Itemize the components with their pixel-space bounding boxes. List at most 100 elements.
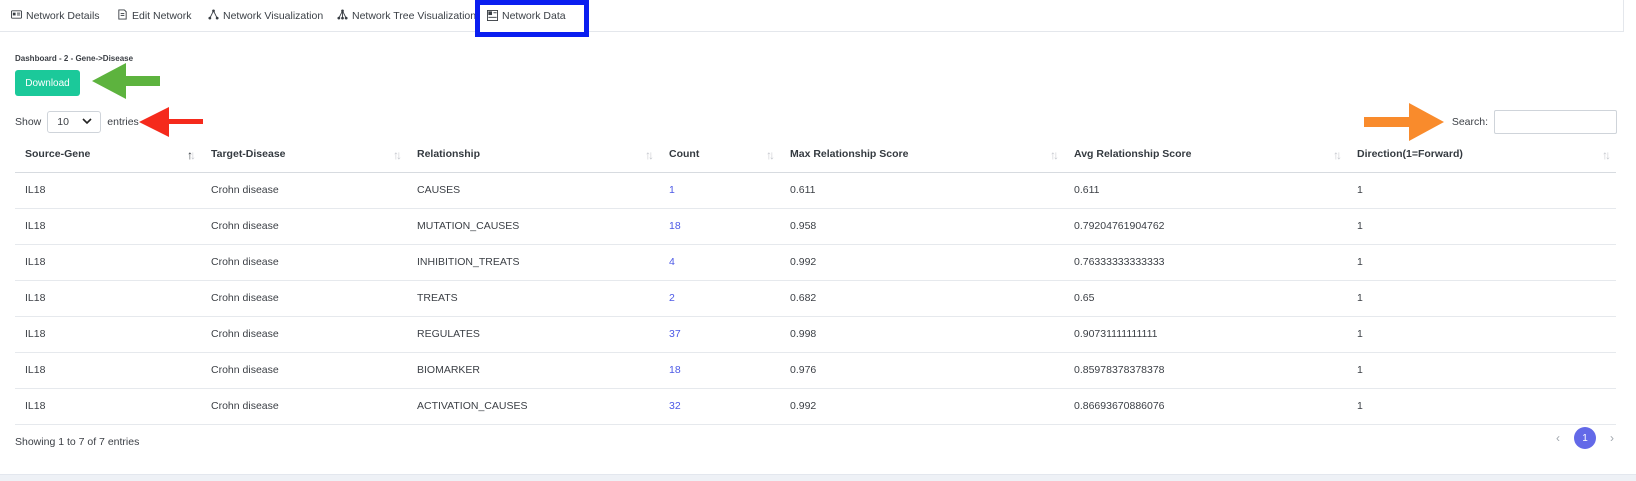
cell-max-score: 0.958 xyxy=(780,208,1064,245)
column-header-max-relationship-score[interactable]: Max Relationship Score ↑↓ xyxy=(780,136,1064,173)
red-arrow-icon xyxy=(139,107,203,137)
cell-relationship: ACTIVATION_CAUSES xyxy=(407,388,659,425)
cell-direction: 1 xyxy=(1347,388,1616,425)
sort-icon: ↑↓ xyxy=(393,148,402,162)
cell-relationship: REGULATES xyxy=(407,316,659,353)
pagination: ‹ 1 › xyxy=(1556,427,1614,449)
table-search: Search: xyxy=(1452,110,1617,134)
entries-label: entries xyxy=(107,116,139,128)
cell-max-score: 0.992 xyxy=(780,244,1064,281)
tab-network-tree-visualization[interactable]: Network Tree Visualization xyxy=(337,0,476,32)
cell-max-score: 0.992 xyxy=(780,388,1064,425)
cell-max-score: 0.998 xyxy=(780,316,1064,353)
cell-avg-score: 0.65 xyxy=(1064,280,1347,317)
download-button[interactable]: Download xyxy=(15,70,80,96)
entries-select-value: 10 xyxy=(57,116,69,128)
table-row: IL18 Crohn disease ACTIVATION_CAUSES 32 … xyxy=(15,388,1616,425)
cell-target-disease: Crohn disease xyxy=(201,316,407,353)
network-tree-icon xyxy=(337,9,348,23)
column-header-relationship[interactable]: Relationship ↑↓ xyxy=(407,136,659,173)
breadcrumb: Dashboard - 2 - Gene->Disease xyxy=(15,54,134,63)
cell-max-score: 0.682 xyxy=(780,280,1064,317)
previous-page-button[interactable]: ‹ xyxy=(1556,431,1560,445)
sort-icon: ↑↓ xyxy=(1602,148,1611,162)
sort-icon: ↑↓ xyxy=(645,148,654,162)
entries-select[interactable]: 10 xyxy=(47,111,102,133)
cell-count-link[interactable]: 37 xyxy=(659,316,780,353)
tab-label: Network Details xyxy=(26,10,100,22)
table-row: IL18 Crohn disease MUTATION_CAUSES 18 0.… xyxy=(15,208,1616,245)
cell-source-gene: IL18 xyxy=(15,352,201,389)
cell-avg-score: 0.85978378378378 xyxy=(1064,352,1347,389)
entries-length-control: Show 10 entries xyxy=(15,111,139,133)
sort-icon: ↑↓ xyxy=(766,148,775,162)
tab-label: Network Tree Visualization xyxy=(352,10,477,22)
cell-avg-score: 0.90731111111111 xyxy=(1064,316,1347,353)
column-header-count[interactable]: Count ↑↓ xyxy=(659,136,780,173)
table-row: IL18 Crohn disease CAUSES 1 0.611 0.611 … xyxy=(15,172,1616,209)
sort-icon: ↑↓ xyxy=(1050,148,1059,162)
table-row: IL18 Crohn disease BIOMARKER 18 0.976 0.… xyxy=(15,352,1616,389)
cell-count-link[interactable]: 18 xyxy=(659,208,780,245)
cell-direction: 1 xyxy=(1347,280,1616,317)
cell-max-score: 0.976 xyxy=(780,352,1064,389)
table-row: IL18 Crohn disease REGULATES 37 0.998 0.… xyxy=(15,316,1616,353)
sort-icon: ↑↓ xyxy=(187,148,196,162)
cell-target-disease: Crohn disease xyxy=(201,208,407,245)
cell-avg-score: 0.79204761904762 xyxy=(1064,208,1347,245)
cell-relationship: CAUSES xyxy=(407,172,659,209)
table-info: Showing 1 to 7 of 7 entries xyxy=(15,436,140,448)
page-button-1[interactable]: 1 xyxy=(1574,427,1596,449)
cell-target-disease: Crohn disease xyxy=(201,280,407,317)
cell-count-link[interactable]: 2 xyxy=(659,280,780,317)
cell-target-disease: Crohn disease xyxy=(201,172,407,209)
tab-label: Network Data xyxy=(502,10,566,22)
tab-network-details[interactable]: Network Details xyxy=(11,0,100,32)
cell-direction: 1 xyxy=(1347,316,1616,353)
cell-target-disease: Crohn disease xyxy=(201,244,407,281)
cell-source-gene: IL18 xyxy=(15,208,201,245)
cell-target-disease: Crohn disease xyxy=(201,352,407,389)
tab-edit-network[interactable]: Edit Network xyxy=(117,0,192,32)
tab-network-data[interactable]: Network Data xyxy=(475,0,589,37)
next-page-button[interactable]: › xyxy=(1610,431,1614,445)
tab-network-visualization[interactable]: Network Visualization xyxy=(208,0,323,32)
cell-source-gene: IL18 xyxy=(15,172,201,209)
show-label: Show xyxy=(15,116,42,128)
cell-source-gene: IL18 xyxy=(15,316,201,353)
network-graph-icon xyxy=(208,9,219,23)
cell-count-link[interactable]: 32 xyxy=(659,388,780,425)
search-label: Search: xyxy=(1451,116,1488,128)
network-data-panel: Network Details Edit Network Network Vis… xyxy=(0,0,1636,475)
cell-direction: 1 xyxy=(1347,208,1616,245)
cell-target-disease: Crohn disease xyxy=(201,388,407,425)
search-input[interactable] xyxy=(1494,110,1617,134)
cell-avg-score: 0.611 xyxy=(1064,172,1347,209)
cell-count-link[interactable]: 1 xyxy=(659,172,780,209)
column-header-direction[interactable]: Direction(1=Forward) ↑↓ xyxy=(1347,136,1616,173)
table-header-row: Source-Gene ↑↓ Target-Disease ↑↓ Relations… xyxy=(15,136,1616,173)
column-header-source-gene[interactable]: Source-Gene ↑↓ xyxy=(15,136,201,173)
cell-source-gene: IL18 xyxy=(15,244,201,281)
network-data-table: Source-Gene ↑↓ Target-Disease ↑↓ Relations… xyxy=(15,136,1616,425)
column-header-avg-relationship-score[interactable]: Avg Relationship Score ↑↓ xyxy=(1064,136,1347,173)
data-table-icon xyxy=(487,10,498,24)
green-arrow-icon xyxy=(92,63,160,99)
edit-document-icon xyxy=(117,9,128,23)
cell-avg-score: 0.76333333333333 xyxy=(1064,244,1347,281)
cell-max-score: 0.611 xyxy=(780,172,1064,209)
cell-relationship: INHIBITION_TREATS xyxy=(407,244,659,281)
column-header-target-disease[interactable]: Target-Disease ↑↓ xyxy=(201,136,407,173)
cell-direction: 1 xyxy=(1347,244,1616,281)
cell-relationship: BIOMARKER xyxy=(407,352,659,389)
cell-source-gene: IL18 xyxy=(15,280,201,317)
cell-relationship: TREATS xyxy=(407,280,659,317)
cell-count-link[interactable]: 4 xyxy=(659,244,780,281)
cell-source-gene: IL18 xyxy=(15,388,201,425)
chevron-down-icon xyxy=(82,116,92,128)
cell-count-link[interactable]: 18 xyxy=(659,352,780,389)
cell-relationship: MUTATION_CAUSES xyxy=(407,208,659,245)
cell-direction: 1 xyxy=(1347,352,1616,389)
id-card-icon xyxy=(11,9,22,23)
tab-label: Network Visualization xyxy=(223,10,324,22)
